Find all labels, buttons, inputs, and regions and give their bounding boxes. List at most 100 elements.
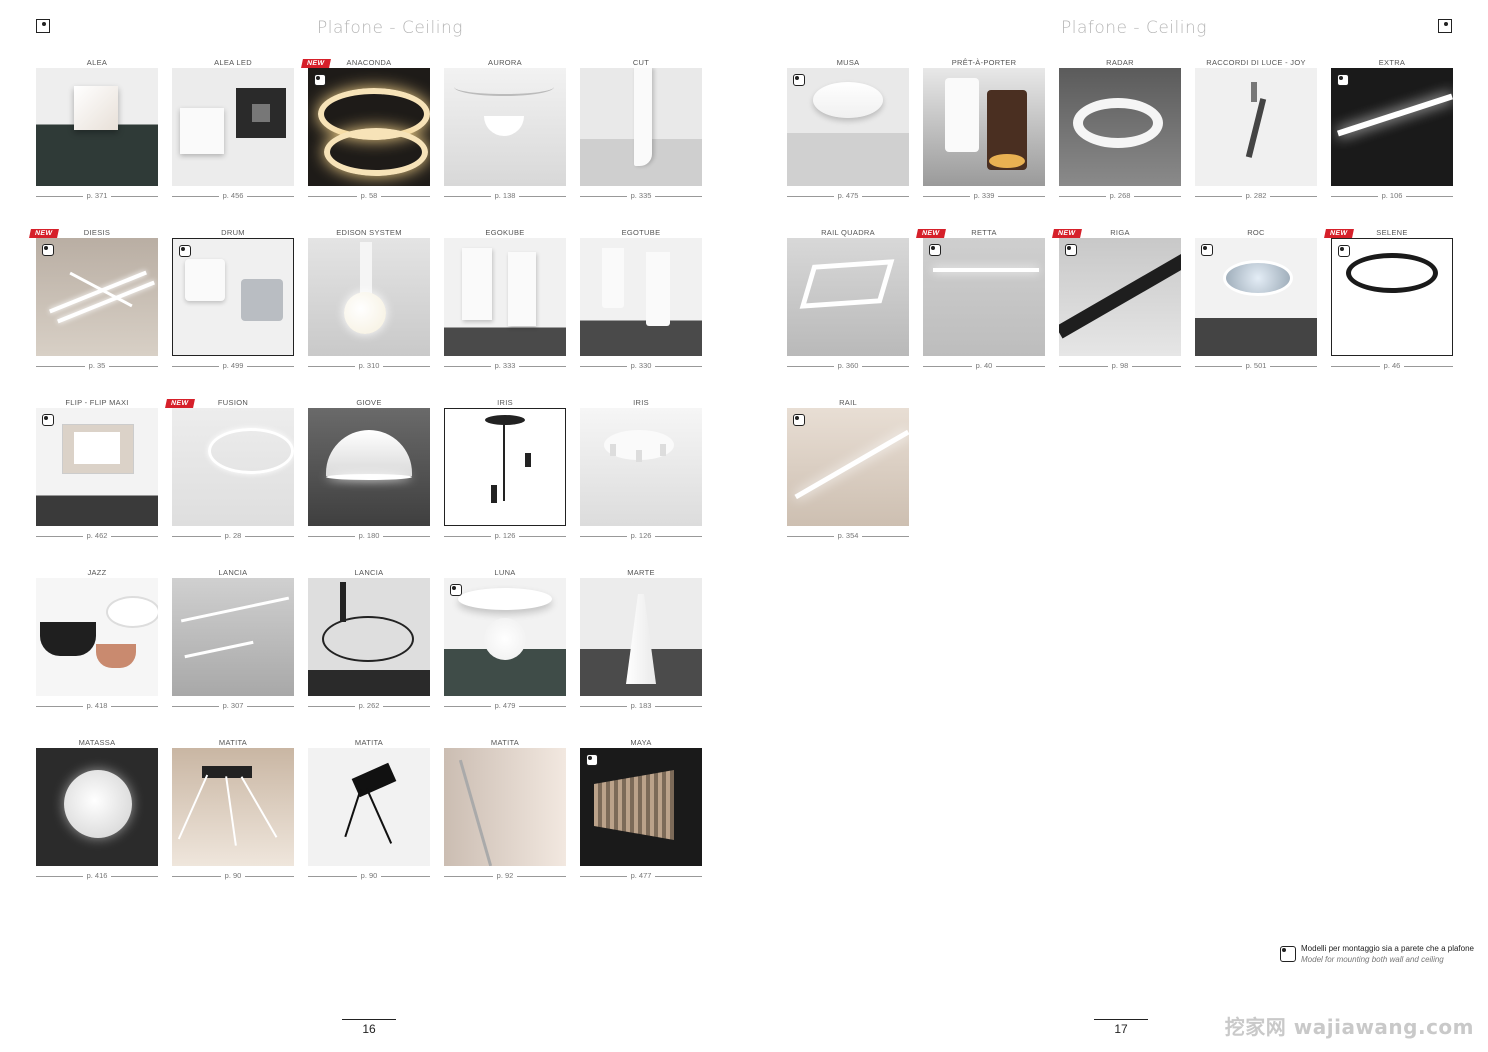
- product-card[interactable]: MATASSA p. 416: [36, 738, 158, 908]
- product-card[interactable]: EGOKUBE p. 333: [444, 228, 566, 398]
- product-photo[interactable]: [580, 68, 702, 186]
- product-photo[interactable]: [1059, 68, 1181, 186]
- page-reference[interactable]: p. 477: [580, 871, 702, 881]
- product-card[interactable]: EDISON SYSTEM p. 310: [308, 228, 430, 398]
- product-photo[interactable]: [308, 408, 430, 526]
- product-photo[interactable]: [787, 68, 909, 186]
- page-reference[interactable]: p. 106: [1331, 191, 1453, 201]
- product-card[interactable]: MATITA p. 92: [444, 738, 566, 908]
- product-card[interactable]: RIGA NEW p. 98: [1052, 228, 1181, 398]
- product-card[interactable]: LANCIA p. 262: [308, 568, 430, 738]
- product-photo[interactable]: [172, 748, 294, 866]
- page-reference[interactable]: p. 479: [444, 701, 566, 711]
- product-photo[interactable]: [923, 68, 1045, 186]
- page-reference[interactable]: p. 501: [1195, 361, 1317, 371]
- product-photo[interactable]: [172, 578, 294, 696]
- product-card[interactable]: SELENE NEW p. 46: [1324, 228, 1453, 398]
- page-reference[interactable]: p. 371: [36, 191, 158, 201]
- product-photo[interactable]: [36, 748, 158, 866]
- product-card[interactable]: ALEA p. 371: [36, 58, 158, 228]
- page-reference[interactable]: p. 475: [787, 191, 909, 201]
- product-card[interactable]: RETTA NEW p. 40: [916, 228, 1045, 398]
- page-reference[interactable]: p. 418: [36, 701, 158, 711]
- product-card[interactable]: ROC p. 501: [1195, 228, 1317, 398]
- page-reference[interactable]: p. 354: [787, 531, 909, 541]
- product-card[interactable]: DIESIS NEW p. 35: [29, 228, 158, 398]
- page-reference[interactable]: p. 310: [308, 361, 430, 371]
- page-reference[interactable]: p. 307: [172, 701, 294, 711]
- page-reference[interactable]: p. 262: [308, 701, 430, 711]
- product-card[interactable]: FUSION NEW p. 28: [165, 398, 294, 568]
- product-photo[interactable]: [36, 238, 158, 356]
- page-reference[interactable]: p. 35: [36, 361, 158, 371]
- product-card[interactable]: IRIS p. 126: [444, 398, 566, 568]
- product-photo[interactable]: [1195, 238, 1317, 356]
- product-photo[interactable]: [1059, 238, 1181, 356]
- product-card[interactable]: LANCIA p. 307: [172, 568, 294, 738]
- product-photo[interactable]: [580, 748, 702, 866]
- product-photo[interactable]: [1331, 238, 1453, 356]
- page-reference[interactable]: p. 183: [580, 701, 702, 711]
- product-card[interactable]: LUNA p. 479: [444, 568, 566, 738]
- product-card[interactable]: MARTE p. 183: [580, 568, 702, 738]
- product-photo[interactable]: [308, 68, 430, 186]
- product-card[interactable]: JAZZ p. 418: [36, 568, 158, 738]
- product-card[interactable]: PRÊT-À-PORTER p. 339: [923, 58, 1045, 228]
- page-reference[interactable]: p. 333: [444, 361, 566, 371]
- product-card[interactable]: MUSA p. 475: [787, 58, 909, 228]
- page-reference[interactable]: p. 90: [308, 871, 430, 881]
- product-photo[interactable]: [1195, 68, 1317, 186]
- page-reference[interactable]: p. 180: [308, 531, 430, 541]
- product-card[interactable]: ANACONDA NEW p. 58: [301, 58, 430, 228]
- product-photo[interactable]: [172, 408, 294, 526]
- page-reference[interactable]: p. 360: [787, 361, 909, 371]
- product-card[interactable]: GIOVE p. 180: [308, 398, 430, 568]
- product-photo[interactable]: [36, 68, 158, 186]
- product-card[interactable]: IRIS p. 126: [580, 398, 702, 568]
- product-card[interactable]: CUT p. 335: [580, 58, 702, 228]
- product-card[interactable]: RACCORDI DI LUCE - JOY p. 282: [1195, 58, 1317, 228]
- page-reference[interactable]: p. 126: [580, 531, 702, 541]
- product-photo[interactable]: [444, 748, 566, 866]
- product-card[interactable]: ALEA LED p. 456: [172, 58, 294, 228]
- product-photo[interactable]: [580, 238, 702, 356]
- page-reference[interactable]: p. 90: [172, 871, 294, 881]
- page-reference[interactable]: p. 330: [580, 361, 702, 371]
- product-photo[interactable]: [172, 238, 294, 356]
- product-photo[interactable]: [444, 68, 566, 186]
- page-reference[interactable]: p. 339: [923, 191, 1045, 201]
- product-photo[interactable]: [172, 68, 294, 186]
- product-card[interactable]: RAIL QUADRA p. 360: [787, 228, 909, 398]
- product-card[interactable]: FLIP - FLIP MAXI p. 462: [36, 398, 158, 568]
- product-photo[interactable]: [787, 408, 909, 526]
- page-reference[interactable]: p. 58: [308, 191, 430, 201]
- product-card[interactable]: RADAR p. 268: [1059, 58, 1181, 228]
- product-photo[interactable]: [36, 578, 158, 696]
- page-reference[interactable]: p. 282: [1195, 191, 1317, 201]
- product-photo[interactable]: [580, 408, 702, 526]
- product-photo[interactable]: [36, 408, 158, 526]
- page-reference[interactable]: p. 92: [444, 871, 566, 881]
- product-photo[interactable]: [308, 578, 430, 696]
- product-card[interactable]: MAYA p. 477: [580, 738, 702, 908]
- product-card[interactable]: AURORA p. 138: [444, 58, 566, 228]
- page-reference[interactable]: p. 416: [36, 871, 158, 881]
- product-photo[interactable]: [308, 238, 430, 356]
- page-reference[interactable]: p. 138: [444, 191, 566, 201]
- page-reference[interactable]: p. 499: [172, 361, 294, 371]
- page-reference[interactable]: p. 40: [923, 361, 1045, 371]
- product-photo[interactable]: [1331, 68, 1453, 186]
- product-photo[interactable]: [444, 578, 566, 696]
- product-card[interactable]: EGOTUBE p. 330: [580, 228, 702, 398]
- page-reference[interactable]: p. 462: [36, 531, 158, 541]
- page-reference[interactable]: p. 98: [1059, 361, 1181, 371]
- page-reference[interactable]: p. 268: [1059, 191, 1181, 201]
- product-card[interactable]: MATITA p. 90: [172, 738, 294, 908]
- product-photo[interactable]: [923, 238, 1045, 356]
- product-card[interactable]: RAIL p. 354: [787, 398, 909, 568]
- page-reference[interactable]: p. 335: [580, 191, 702, 201]
- product-photo[interactable]: [580, 578, 702, 696]
- product-photo[interactable]: [444, 408, 566, 526]
- product-photo[interactable]: [308, 748, 430, 866]
- product-card[interactable]: DRUM p. 499: [172, 228, 294, 398]
